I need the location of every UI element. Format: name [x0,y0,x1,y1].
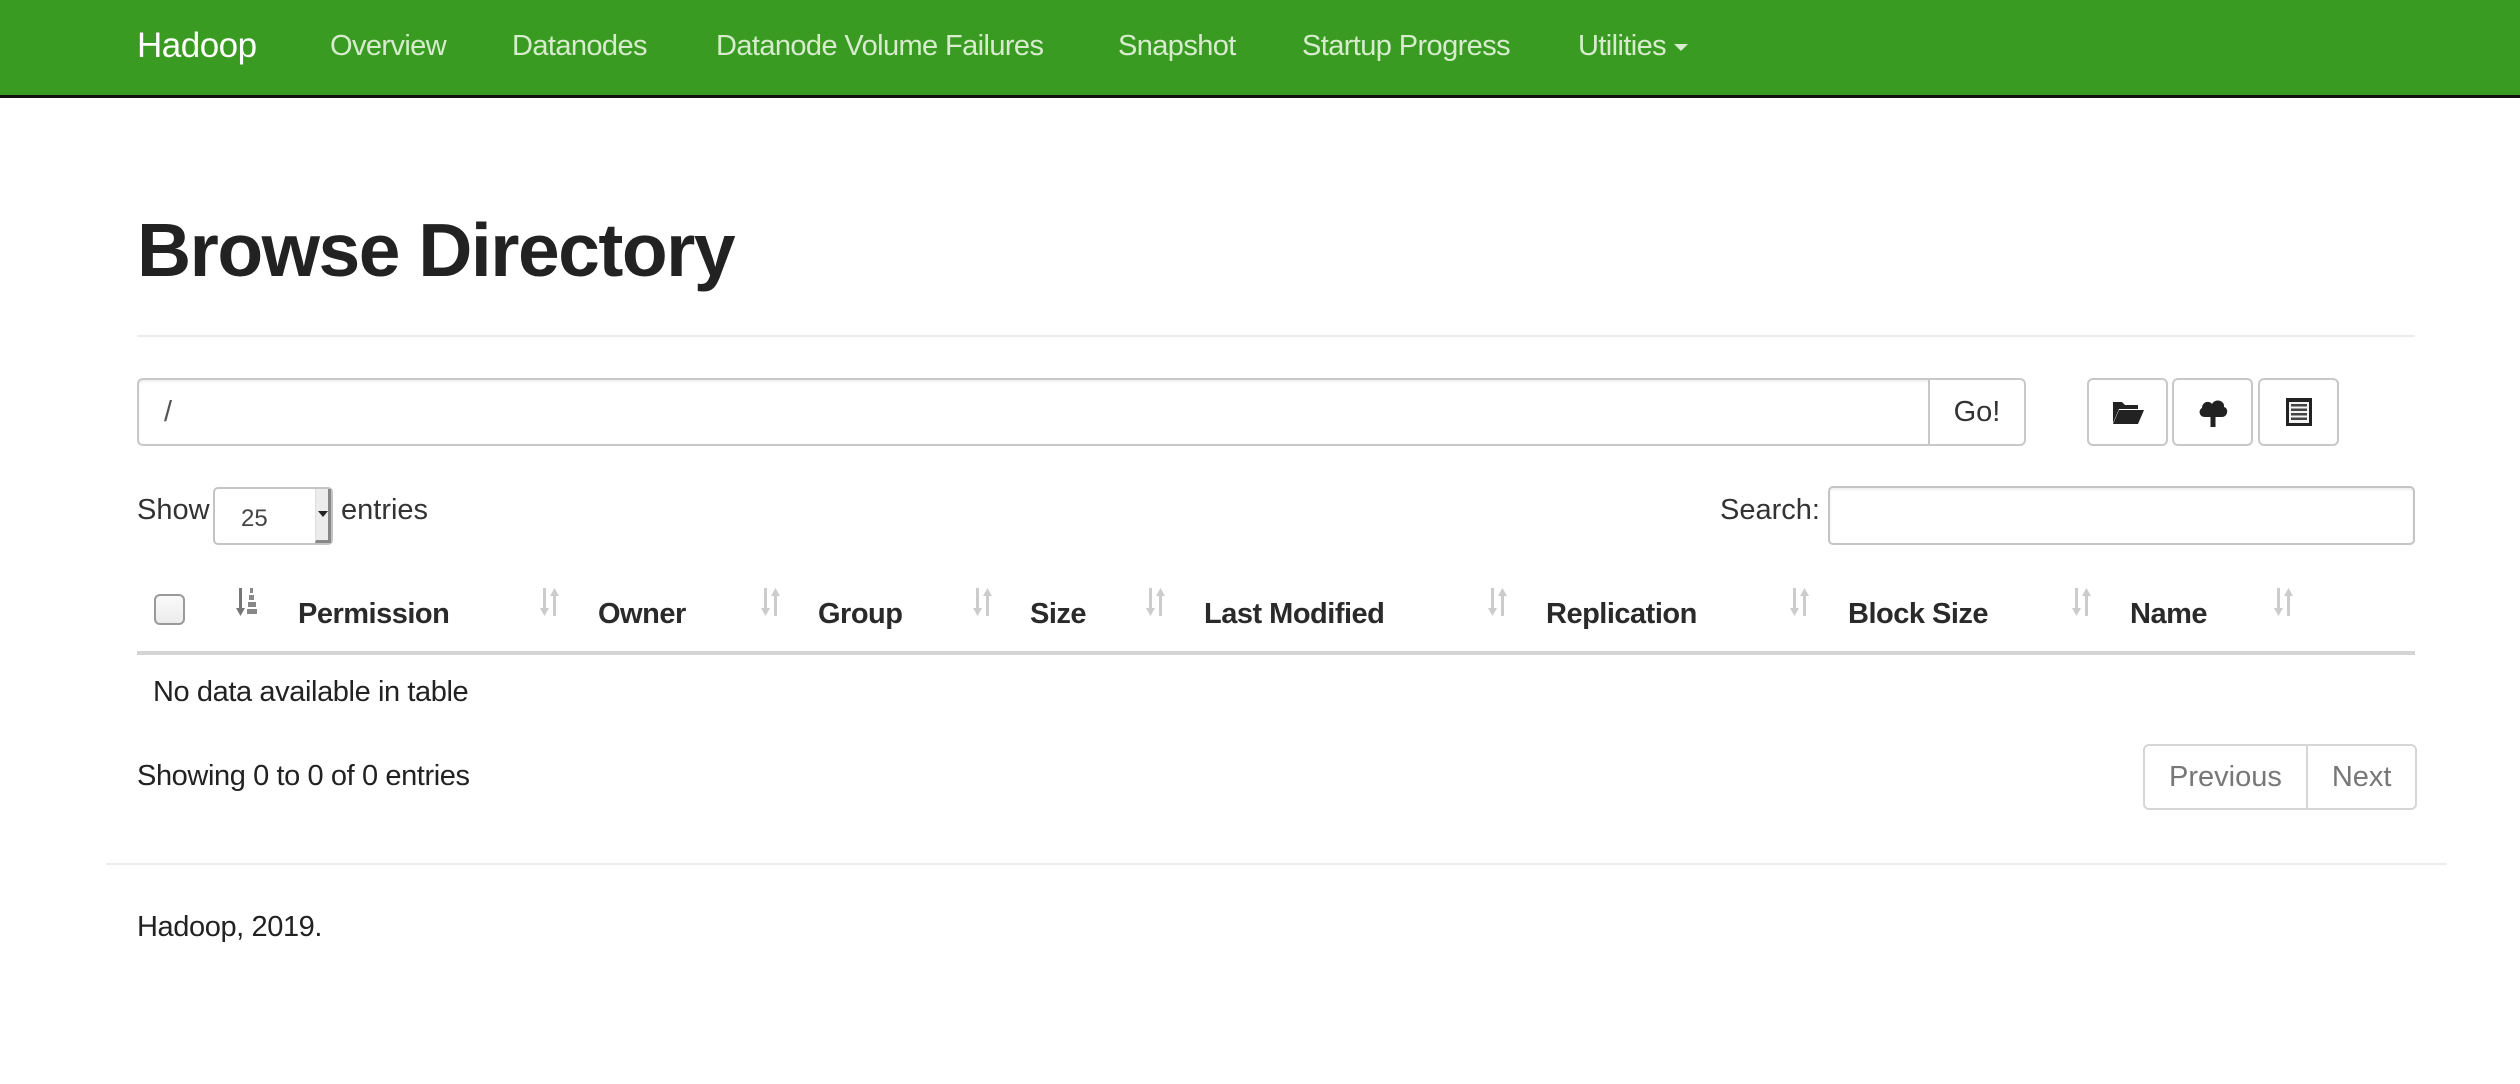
footer-text: Hadoop, 2019. [137,911,323,943]
pagination: Previous Next [2143,744,2418,810]
go-button[interactable]: Go! [1928,378,2026,446]
search-label: Search: [1720,494,1820,526]
page-length-select[interactable]: 25 [213,487,333,545]
nav-datanodes[interactable]: Datanodes [512,30,647,63]
table-search-input[interactable] [1828,486,2415,545]
table-info: Showing 0 to 0 of 0 entries [137,760,470,792]
list-alt-icon [2285,398,2312,426]
table-header-divider [137,651,2415,655]
brand-link[interactable]: Hadoop [137,26,257,66]
sort-both-icon[interactable] [2273,586,2295,618]
column-header-last-modified[interactable]: Last Modified [1204,598,1385,631]
entries-label: entries [341,494,429,526]
sort-both-icon[interactable] [1789,586,1811,618]
nav-utilities-dropdown[interactable]: Utilities [1578,30,1689,63]
column-header-block-size[interactable]: Block Size [1848,598,1989,631]
sort-both-icon[interactable] [539,586,561,618]
table-empty-message: No data available in table [153,676,469,708]
page-title: Browse Directory [137,208,736,292]
column-header-group[interactable]: Group [818,598,903,631]
next-page-button[interactable]: Next [2305,746,2416,808]
nav-overview[interactable]: Overview [330,30,447,63]
sort-both-icon[interactable] [972,586,994,618]
directory-path-input[interactable] [137,378,1930,446]
create-directory-button[interactable] [2087,378,2168,446]
caret-down-icon [1674,43,1689,51]
page-length-value: 25 [241,505,268,532]
column-header-size[interactable]: Size [1030,598,1087,631]
previous-page-button[interactable]: Previous [2145,746,2306,808]
upload-files-button[interactable] [2172,378,2253,446]
nav-snapshot[interactable]: Snapshot [1118,30,1236,63]
path-input-group: Go! [137,378,2026,446]
column-header-owner[interactable]: Owner [598,598,686,631]
navbar: Hadoop Overview Datanodes Datanode Volum… [0,0,2520,98]
column-header-replication[interactable]: Replication [1546,598,1697,631]
sort-both-icon[interactable] [1145,586,1167,618]
nav-datanode-volume-failures[interactable]: Datanode Volume Failures [716,30,1044,63]
folder-open-icon [2112,402,2144,424]
dropdown-arrow-icon [315,489,331,543]
sort-ascending-icon[interactable] [236,586,258,618]
footer-divider [106,863,2447,865]
sort-both-icon[interactable] [2071,586,2093,618]
cut-paste-button[interactable] [2258,378,2339,446]
column-header-name[interactable]: Name [2130,598,2208,631]
title-divider [137,335,2415,337]
sort-both-icon[interactable] [760,586,782,618]
select-all-checkbox[interactable] [154,594,185,625]
cloud-upload-icon [2199,400,2227,427]
show-label: Show [137,494,210,526]
nav-startup-progress[interactable]: Startup Progress [1302,30,1511,63]
nav-utilities-label: Utilities [1578,30,1667,62]
sort-both-icon[interactable] [1487,586,1509,618]
column-header-permission[interactable]: Permission [298,598,450,631]
